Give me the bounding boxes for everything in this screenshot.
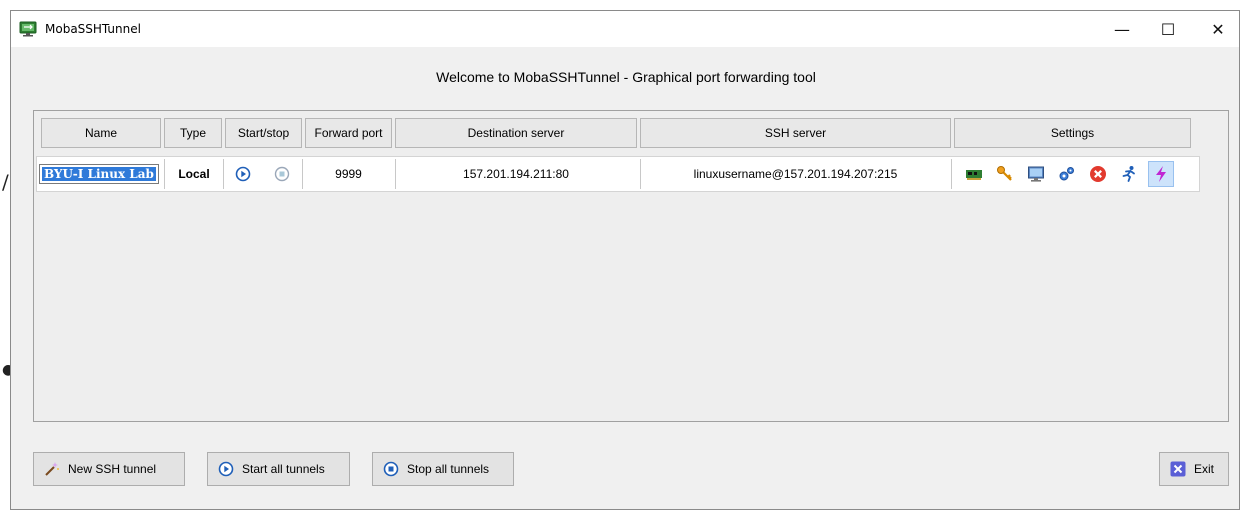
play-icon: [218, 461, 234, 477]
background-fragment: /: [2, 170, 9, 194]
destination-server-value: 157.201.194.211:80: [463, 167, 569, 181]
window-title: MobaSSHTunnel: [45, 22, 141, 36]
network-card-button[interactable]: [964, 164, 984, 184]
new-ssh-tunnel-label: New SSH tunnel: [68, 462, 157, 476]
column-header-type[interactable]: Type: [164, 118, 222, 148]
stop-tunnel-button[interactable]: [272, 164, 292, 184]
stop-icon: [274, 166, 290, 182]
autostart-button[interactable]: [1119, 164, 1139, 184]
quick-connect-button[interactable]: [1148, 161, 1174, 187]
welcome-heading: Welcome to MobaSSHTunnel - Graphical por…: [436, 69, 816, 85]
ssh-server-value: linuxusername@157.201.194.207:215: [693, 167, 898, 181]
column-header-forward-port[interactable]: Forward port: [305, 118, 392, 148]
row-divider: [302, 159, 303, 189]
stop-all-tunnels-label: Stop all tunnels: [407, 462, 490, 476]
magic-wand-icon: [44, 461, 60, 477]
minimize-button[interactable]: —: [1099, 11, 1145, 47]
new-ssh-tunnel-button[interactable]: New SSH tunnel: [33, 452, 185, 486]
tunnel-type: Local: [178, 167, 210, 181]
key-button[interactable]: [995, 164, 1015, 184]
run-icon: [1122, 166, 1135, 182]
row-divider: [951, 159, 952, 189]
forward-port-value: 9999: [335, 167, 362, 181]
close-button[interactable]: ✕: [1195, 11, 1241, 47]
main-window: MobaSSHTunnel — ☐ ✕ Welcome to MobaSSHTu…: [10, 10, 1240, 510]
exit-icon: [1170, 461, 1186, 477]
column-header-start-stop[interactable]: Start/stop: [225, 118, 302, 148]
gears-icon: [1059, 167, 1074, 181]
exit-label: Exit: [1194, 462, 1215, 476]
play-icon: [235, 166, 251, 182]
column-header-settings[interactable]: Settings: [954, 118, 1191, 148]
advanced-settings-button[interactable]: [1057, 164, 1077, 184]
app-icon: [19, 21, 37, 37]
column-header-destination-server[interactable]: Destination server: [395, 118, 637, 148]
lightning-icon: [1156, 166, 1166, 182]
network-card-icon: [966, 170, 982, 180]
start-tunnel-button[interactable]: [233, 164, 253, 184]
delete-tunnel-button[interactable]: [1088, 164, 1108, 184]
column-header-ssh-server[interactable]: SSH server: [640, 118, 951, 148]
maximize-button[interactable]: ☐: [1145, 11, 1191, 47]
title-bar: MobaSSHTunnel — ☐ ✕: [11, 11, 1239, 47]
display-button[interactable]: [1026, 164, 1046, 184]
start-all-tunnels-button[interactable]: Start all tunnels: [207, 452, 350, 486]
tunnel-table: Name Type Start/stop Forward port Destin…: [33, 110, 1229, 422]
start-all-tunnels-label: Start all tunnels: [242, 462, 325, 476]
column-header-name[interactable]: Name: [41, 118, 161, 148]
monitor-icon: [1028, 166, 1044, 182]
stop-icon: [383, 461, 399, 477]
tunnel-name-text: BYU-I Linux Lab: [42, 167, 156, 181]
key-icon: [997, 166, 1012, 181]
exit-button[interactable]: Exit: [1159, 452, 1229, 486]
stop-all-tunnels-button[interactable]: Stop all tunnels: [372, 452, 514, 486]
delete-icon: [1090, 166, 1106, 182]
row-divider: [223, 159, 224, 189]
tunnel-name-field[interactable]: BYU-I Linux Lab: [39, 164, 159, 184]
